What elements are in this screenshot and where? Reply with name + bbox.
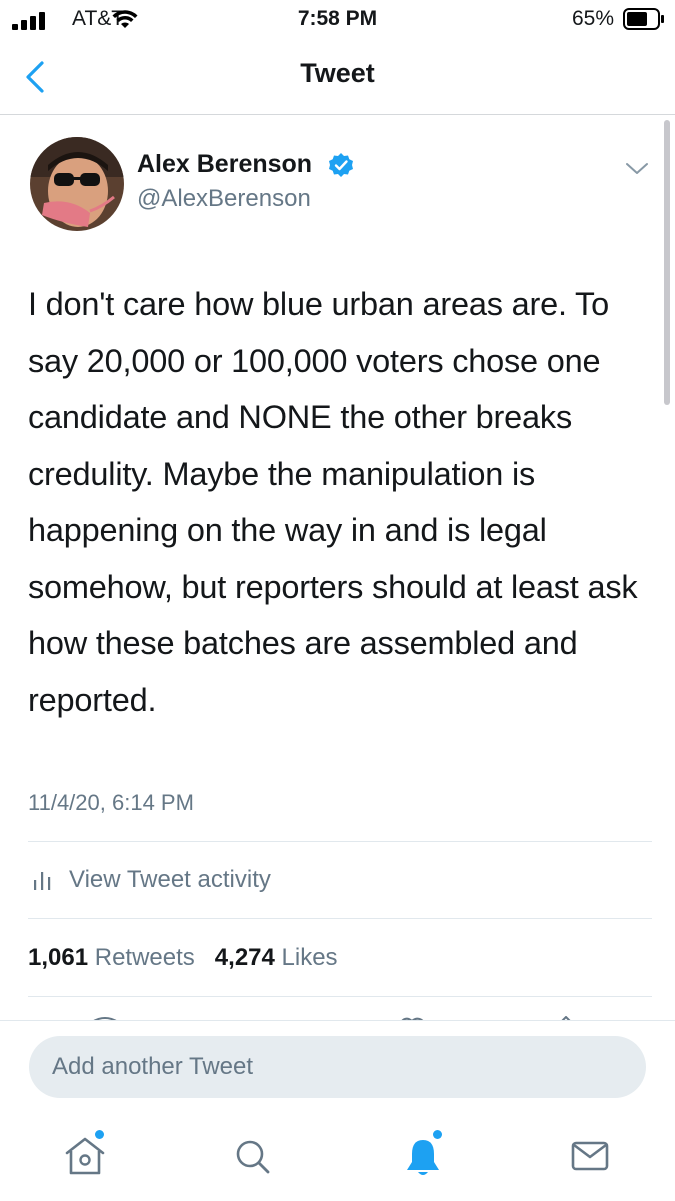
- notifications-dot: [433, 1130, 442, 1139]
- divider: [28, 841, 652, 842]
- author-name[interactable]: Alex Berenson: [137, 150, 312, 179]
- add-tweet-input[interactable]: Add another Tweet: [29, 1036, 646, 1098]
- scrollbar[interactable]: [664, 120, 670, 405]
- divider: [28, 996, 652, 997]
- view-activity-label[interactable]: View Tweet activity: [69, 866, 271, 894]
- avatar-photo: [30, 137, 124, 231]
- search-icon: [236, 1140, 270, 1174]
- tweet-timestamp: 11/4/20, 6:14 PM: [28, 790, 194, 815]
- tab-home[interactable]: [55, 1126, 115, 1186]
- tab-messages[interactable]: [560, 1126, 620, 1186]
- messages-icon: [571, 1141, 609, 1171]
- add-tweet-placeholder[interactable]: Add another Tweet: [52, 1053, 253, 1081]
- author-handle[interactable]: @AlexBerenson: [137, 185, 311, 213]
- home-notification-dot: [95, 1130, 104, 1139]
- retweets-count[interactable]: 1,061: [28, 944, 88, 971]
- verified-badge-icon: [329, 153, 353, 177]
- tweet-text: I don't care how blue urban areas are. T…: [28, 286, 638, 718]
- battery-percent: 65%: [572, 7, 615, 30]
- analytics-icon: [34, 872, 51, 890]
- notifications-icon: [407, 1140, 439, 1175]
- home-icon: [65, 1137, 105, 1175]
- tab-search[interactable]: [222, 1126, 282, 1186]
- nav-divider: [0, 114, 675, 115]
- chevron-down-icon[interactable]: [625, 161, 649, 177]
- likes-label[interactable]: Likes: [282, 944, 338, 971]
- engagement-counts: 1,061 Retweets 4,274 Likes: [28, 944, 338, 972]
- status-bar: AT&T 7:58 PM 65%: [0, 0, 675, 40]
- tab-notifications[interactable]: [393, 1126, 453, 1186]
- divider: [28, 918, 652, 919]
- likes-count[interactable]: 4,274: [215, 944, 275, 971]
- battery-icon: [623, 8, 664, 30]
- avatar[interactable]: [30, 137, 124, 231]
- page-title: Tweet: [300, 58, 375, 88]
- retweets-label[interactable]: Retweets: [95, 944, 195, 971]
